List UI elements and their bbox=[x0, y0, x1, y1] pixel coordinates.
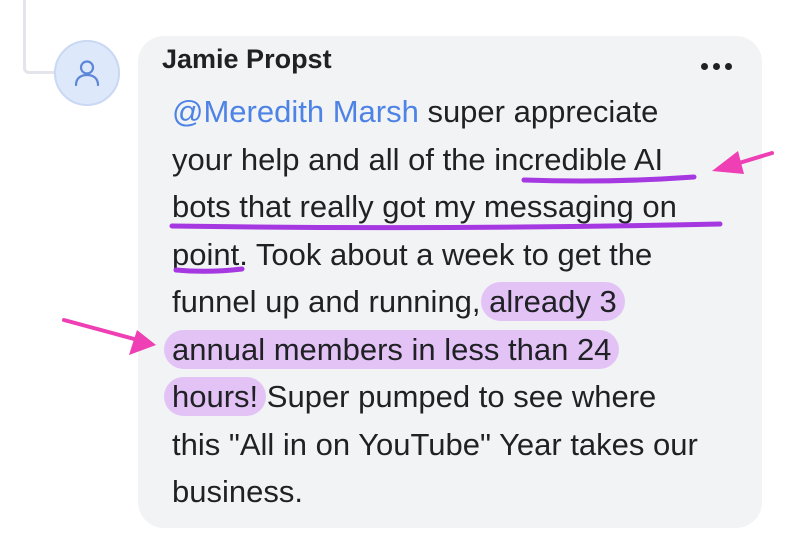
text-line: @Meredith Marsh super appreciate bbox=[172, 88, 742, 136]
dot bbox=[712, 62, 720, 70]
text-segment: super appreciate bbox=[418, 94, 659, 129]
mention-link[interactable]: @Meredith Marsh bbox=[172, 94, 419, 129]
highlighted-text: already 3 bbox=[481, 282, 625, 321]
highlighted-text: annual members in less than 24 bbox=[164, 329, 620, 369]
comment-screenshot: Jamie Propst @Meredith Marsh super appre… bbox=[0, 0, 786, 547]
avatar[interactable] bbox=[54, 40, 120, 106]
user-icon bbox=[74, 60, 100, 87]
author-name[interactable]: Jamie Propst bbox=[162, 44, 332, 75]
text-line: your help and all of the incredible AI bbox=[172, 141, 664, 177]
text-line: annual members in less than 24 bbox=[164, 326, 742, 374]
comment-text: @Meredith Marsh super appreciate your he… bbox=[164, 88, 742, 516]
text-line: point. Took about a week to get the bbox=[172, 236, 653, 272]
text-segment: Super pumped to see where bbox=[258, 379, 657, 414]
dot bbox=[724, 62, 732, 70]
text-line: hours! Super pumped to see where bbox=[164, 373, 742, 421]
text-line: business. bbox=[172, 474, 303, 509]
text-line: bots that really got my messaging on bbox=[172, 189, 677, 224]
highlighted-text: hours! bbox=[164, 377, 267, 416]
text-line: funnel up and running, already 3 bbox=[172, 278, 742, 326]
text-line: this "All in on YouTube" Year takes our bbox=[172, 426, 698, 462]
dot bbox=[700, 62, 708, 70]
thread-connector bbox=[23, 0, 57, 74]
text-segment: funnel up and running, bbox=[172, 284, 490, 319]
more-options-button[interactable] bbox=[694, 56, 738, 76]
